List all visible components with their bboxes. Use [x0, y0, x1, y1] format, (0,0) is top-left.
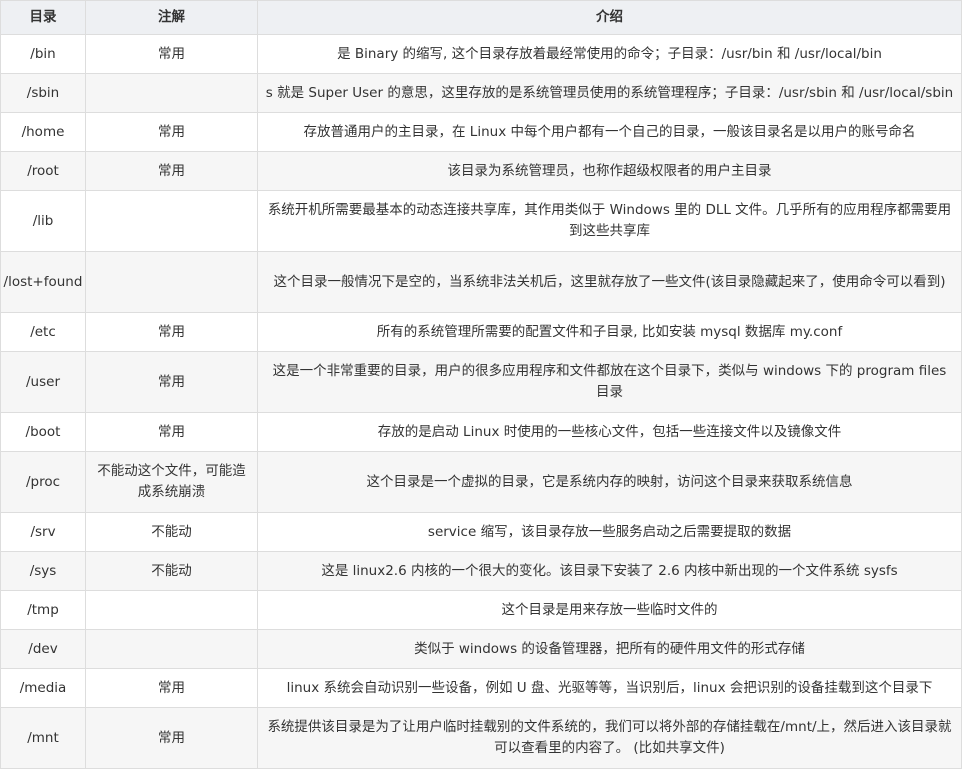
cell-note — [85, 73, 258, 113]
header-description: 介绍 — [257, 0, 962, 35]
cell-note: 常用 — [85, 707, 258, 769]
table-row: /sbin s 就是 Super User 的意思，这里存放的是系统管理员使用的… — [0, 73, 962, 113]
table-row: /srv 不能动 service 缩写，该目录存放一些服务启动之后需要提取的数据 — [0, 512, 962, 552]
table-row: /root 常用 该目录为系统管理员，也称作超级权限者的用户主目录 — [0, 151, 962, 191]
cell-note: 常用 — [85, 351, 258, 413]
table-header-row: 目录 注解 介绍 — [0, 0, 962, 35]
cell-note: 不能动 — [85, 551, 258, 591]
cell-description: 是 Binary 的缩写, 这个目录存放着最经常使用的命令；子目录：/usr/b… — [257, 34, 962, 74]
table-row: /user 常用 这是一个非常重要的目录，用户的很多应用程序和文件都放在这个目录… — [0, 351, 962, 413]
table-row: /boot 常用 存放的是启动 Linux 时使用的一些核心文件，包括一些连接文… — [0, 412, 962, 452]
cell-directory: /lost+found — [0, 251, 86, 313]
cell-note — [85, 590, 258, 630]
table-row: /lost+found 这个目录一般情况下是空的，当系统非法关机后，这里就存放了… — [0, 251, 962, 313]
cell-description: linux 系统会自动识别一些设备，例如 U 盘、光驱等等，当识别后，linux… — [257, 668, 962, 708]
cell-directory: /boot — [0, 412, 86, 452]
cell-note: 常用 — [85, 151, 258, 191]
cell-note: 常用 — [85, 34, 258, 74]
cell-directory: /media — [0, 668, 86, 708]
cell-directory: /sbin — [0, 73, 86, 113]
cell-description: service 缩写，该目录存放一些服务启动之后需要提取的数据 — [257, 512, 962, 552]
cell-description: 这个目录是用来存放一些临时文件的 — [257, 590, 962, 630]
cell-directory: /dev — [0, 629, 86, 669]
cell-description: 所有的系统管理所需要的配置文件和子目录, 比如安装 mysql 数据库 my.c… — [257, 312, 962, 352]
cell-directory: /srv — [0, 512, 86, 552]
cell-directory: /sys — [0, 551, 86, 591]
table-row: /lib 系统开机所需要最基本的动态连接共享库，其作用类似于 Windows 里… — [0, 190, 962, 252]
cell-note: 常用 — [85, 668, 258, 708]
header-note: 注解 — [85, 0, 258, 35]
cell-directory: /bin — [0, 34, 86, 74]
cell-note: 常用 — [85, 312, 258, 352]
table-row: /mnt 常用 系统提供该目录是为了让用户临时挂载别的文件系统的，我们可以将外部… — [0, 707, 962, 769]
cell-description: 这是一个非常重要的目录，用户的很多应用程序和文件都放在这个目录下，类似与 win… — [257, 351, 962, 413]
cell-description: 该目录为系统管理员，也称作超级权限者的用户主目录 — [257, 151, 962, 191]
cell-note — [85, 629, 258, 669]
table-row: /sys 不能动 这是 linux2.6 内核的一个很大的变化。该目录下安装了 … — [0, 551, 962, 591]
directory-table: 目录 注解 介绍 /bin 常用 是 Binary 的缩写, 这个目录存放着最经… — [0, 0, 962, 769]
table-row: /etc 常用 所有的系统管理所需要的配置文件和子目录, 比如安装 mysql … — [0, 312, 962, 352]
header-directory: 目录 — [0, 0, 86, 35]
table-row: /media 常用 linux 系统会自动识别一些设备，例如 U 盘、光驱等等，… — [0, 668, 962, 708]
cell-description: 这个目录一般情况下是空的，当系统非法关机后，这里就存放了一些文件(该目录隐藏起来… — [257, 251, 962, 313]
cell-directory: /proc — [0, 451, 86, 513]
cell-note: 不能动 — [85, 512, 258, 552]
cell-description: 系统开机所需要最基本的动态连接共享库，其作用类似于 Windows 里的 DLL… — [257, 190, 962, 252]
cell-directory: /root — [0, 151, 86, 191]
cell-description: 存放普通用户的主目录，在 Linux 中每个用户都有一个自己的目录，一般该目录名… — [257, 112, 962, 152]
cell-directory: /lib — [0, 190, 86, 252]
cell-note — [85, 251, 258, 313]
table-row: /home 常用 存放普通用户的主目录，在 Linux 中每个用户都有一个自己的… — [0, 112, 962, 152]
cell-description: 这是 linux2.6 内核的一个很大的变化。该目录下安装了 2.6 内核中新出… — [257, 551, 962, 591]
cell-directory: /etc — [0, 312, 86, 352]
cell-description: s 就是 Super User 的意思，这里存放的是系统管理员使用的系统管理程序… — [257, 73, 962, 113]
cell-description: 这个目录是一个虚拟的目录，它是系统内存的映射，访问这个目录来获取系统信息 — [257, 451, 962, 513]
cell-note: 常用 — [85, 112, 258, 152]
cell-directory: /user — [0, 351, 86, 413]
table-row: /dev 类似于 windows 的设备管理器，把所有的硬件用文件的形式存储 — [0, 629, 962, 669]
cell-note: 常用 — [85, 412, 258, 452]
cell-note — [85, 190, 258, 252]
cell-directory: /tmp — [0, 590, 86, 630]
cell-description: 存放的是启动 Linux 时使用的一些核心文件，包括一些连接文件以及镜像文件 — [257, 412, 962, 452]
table-row: /bin 常用 是 Binary 的缩写, 这个目录存放着最经常使用的命令；子目… — [0, 34, 962, 74]
cell-note: 不能动这个文件，可能造成系统崩溃 — [85, 451, 258, 513]
cell-description: 系统提供该目录是为了让用户临时挂载别的文件系统的，我们可以将外部的存储挂载在/m… — [257, 707, 962, 769]
cell-directory: /mnt — [0, 707, 86, 769]
table-row: /proc 不能动这个文件，可能造成系统崩溃 这个目录是一个虚拟的目录，它是系统… — [0, 451, 962, 513]
cell-description: 类似于 windows 的设备管理器，把所有的硬件用文件的形式存储 — [257, 629, 962, 669]
table-row: /tmp 这个目录是用来存放一些临时文件的 — [0, 590, 962, 630]
cell-directory: /home — [0, 112, 86, 152]
